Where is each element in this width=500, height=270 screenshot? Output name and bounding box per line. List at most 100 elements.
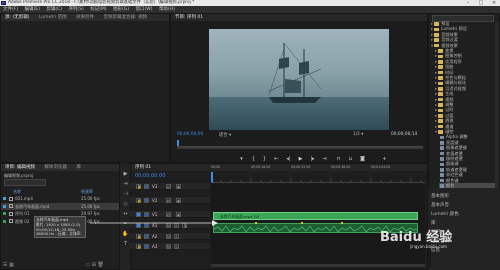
extract-icon[interactable]: ⊔ (346, 156, 355, 163)
tab-program[interactable]: 节目: 序列 01 (171, 14, 207, 21)
label-color-swatch[interactable] (3, 219, 6, 223)
tab-library[interactable]: 库 (72, 164, 85, 171)
lift-icon[interactable]: ⊓ (334, 156, 343, 163)
target-toggle[interactable] (144, 244, 149, 249)
lock-icon[interactable]: 🔒 (136, 244, 141, 249)
label-color-swatch[interactable] (3, 212, 6, 215)
zoom-scroll-bar[interactable] (177, 147, 423, 149)
menu-window[interactable]: 窗口(W) (136, 7, 153, 12)
razor-tool-icon[interactable]: ◇ (122, 201, 129, 208)
step-forward-icon[interactable]: |▸ (308, 156, 317, 163)
chevron-down-icon[interactable]: ▾ (435, 129, 437, 134)
program-timecode-left[interactable]: 00;00;00;00 (177, 132, 203, 137)
tab-source[interactable]: 源: (无剪辑) (1, 14, 33, 21)
chevron-right-icon[interactable]: ▸ (431, 37, 433, 42)
effect-icon (440, 162, 444, 167)
target-toggle[interactable] (144, 198, 149, 203)
label-color-swatch[interactable] (3, 197, 6, 200)
label-color-swatch[interactable] (3, 204, 6, 208)
mute-icon[interactable]: M (166, 234, 171, 239)
step-back-icon[interactable]: ◂| (284, 156, 293, 163)
add-marker-icon[interactable]: ▾ (237, 156, 246, 163)
project-item[interactable]: 001.mp4 25.00 fps (1, 195, 119, 202)
chevron-right-icon[interactable]: ▸ (435, 64, 437, 69)
mute-icon[interactable]: M (166, 244, 171, 249)
menu-file[interactable]: 文件(F) (3, 7, 18, 12)
tab-project[interactable]: 项目: 编辑视频 (1, 164, 39, 171)
chevron-down-icon[interactable]: ▾ (431, 43, 433, 48)
track-select-tool-icon[interactable]: ⇥ (122, 181, 129, 188)
play-icon[interactable]: ▶ (296, 156, 305, 163)
program-scrub-bar[interactable] (177, 140, 423, 147)
effect-icon (440, 157, 444, 161)
tab-audio-mixer[interactable]: 音频剪辑混合器: 视频 (100, 14, 151, 21)
menu-graphics[interactable]: 图形(G) (113, 7, 129, 12)
chevron-right-icon[interactable]: ▸ (435, 97, 437, 102)
fit-dropdown[interactable]: 适合 ▾ (219, 132, 231, 138)
menu-help[interactable]: 帮助(H) (159, 7, 175, 12)
ruler-label: 00;01;04;02 (371, 165, 391, 169)
hand-tool-icon[interactable]: ✋ (122, 231, 129, 238)
target-toggle[interactable] (144, 234, 149, 239)
target-toggle[interactable] (144, 184, 149, 189)
mark-in-icon[interactable]: { (249, 156, 258, 163)
keyframe-marker[interactable] (255, 222, 257, 224)
new-bin-icon[interactable]: ▭ (85, 262, 90, 268)
mark-out-icon[interactable]: } (260, 156, 269, 163)
selection-tool-icon[interactable]: ▶ (122, 171, 129, 178)
new-item-icon[interactable]: ⊞ (92, 262, 96, 268)
tab-media-browser[interactable]: 媒体浏览器 (40, 164, 71, 171)
sync-lock-icon[interactable]: ⇄ (166, 184, 171, 189)
tab-lumetri-scopes[interactable]: Lumetri 范围 (35, 14, 71, 21)
ripple-edit-tool-icon[interactable]: ⊣ (122, 191, 129, 198)
lock-icon[interactable]: 🔒 (136, 184, 141, 189)
chevron-right-icon[interactable]: ▸ (435, 124, 437, 129)
delete-icon[interactable]: 🗑 (98, 262, 104, 268)
go-to-out-icon[interactable]: ⇥ (320, 156, 329, 163)
panel-lumetri-color[interactable]: Lumetri 颜色 (431, 211, 459, 217)
eye-icon[interactable]: ◉ (176, 198, 181, 203)
go-to-in-icon[interactable]: ⇤ (272, 156, 281, 163)
list-view-icon[interactable]: ☰ (3, 262, 7, 268)
playhead-marker[interactable] (177, 140, 179, 146)
panel-essential-sound[interactable]: 基本声音 (431, 202, 449, 208)
chevron-right-icon[interactable]: ▸ (431, 26, 433, 31)
video-clip[interactable]: 去除汽车画面.mp4 [V] (213, 212, 418, 220)
tab-sequence[interactable]: 序列 01 (131, 164, 155, 171)
lock-icon[interactable]: 🔒 (136, 234, 141, 239)
program-video-frame[interactable] (209, 29, 389, 130)
timeline-horizontal-scrollbar[interactable] (211, 264, 425, 267)
chevron-right-icon[interactable]: ▸ (435, 118, 437, 123)
lock-icon[interactable]: 🔒 (136, 198, 141, 203)
timeline-ruler[interactable] (210, 172, 425, 183)
sync-lock-icon[interactable]: ⇄ (166, 198, 171, 203)
add-button-icon[interactable]: + (380, 156, 389, 163)
icon-view-icon[interactable]: ▦ (9, 262, 14, 268)
solo-icon[interactable]: S (174, 244, 179, 249)
resolution-dropdown[interactable]: 1/2 ▾ (353, 132, 363, 137)
chevron-right-icon[interactable]: ▸ (435, 91, 437, 96)
chevron-right-icon[interactable]: ▸ (435, 53, 437, 58)
chevron-right-icon[interactable]: ▸ (435, 70, 437, 75)
keyframe-marker[interactable] (341, 222, 343, 224)
chevron-right-icon[interactable]: ▸ (435, 107, 437, 112)
chevron-right-icon[interactable]: ▸ (435, 80, 437, 85)
menu-edit[interactable]: 编辑(E) (25, 7, 40, 12)
project-search-input[interactable] (4, 179, 46, 186)
export-frame-icon[interactable]: ◙ (358, 156, 367, 163)
solo-icon[interactable]: S (174, 234, 179, 239)
keyframe-marker[interactable] (301, 222, 303, 224)
track-label: V2 (152, 198, 158, 203)
menu-sequence[interactable]: 序列(S) (68, 7, 83, 12)
type-tool-icon[interactable]: T (122, 241, 129, 248)
eye-icon[interactable]: ◉ (176, 184, 181, 189)
panel-essential-graphics[interactable]: 基本图形 (431, 193, 449, 199)
menu-clip[interactable]: 剪辑(C) (46, 7, 62, 12)
timeline-timecode[interactable]: 00;00;00;00 (135, 173, 166, 179)
tab-effect-controls[interactable]: 效果控件 (72, 14, 98, 21)
project-item[interactable]: 去除汽车画面.mp4 25.00 fps (1, 202, 119, 210)
resolution-label: 1/2 (353, 132, 360, 137)
effects-scrollbar[interactable] (495, 22, 499, 198)
timeline-playhead[interactable] (211, 172, 213, 182)
menu-marker[interactable]: 标记(M) (90, 7, 106, 12)
